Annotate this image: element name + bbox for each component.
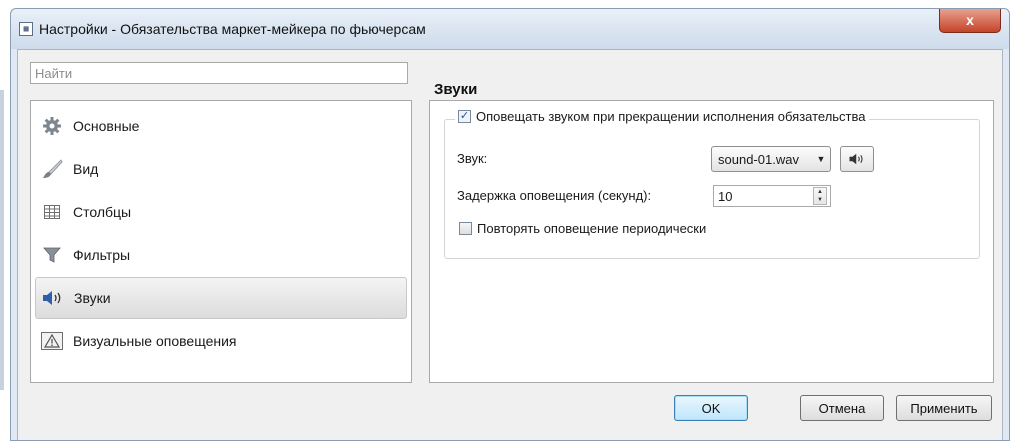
notify-sound-label: Оповещать звуком при прекращении исполне…	[476, 109, 866, 124]
play-sound-button[interactable]	[840, 146, 874, 172]
window-title: Настройки - Обязательства маркет-мейкера…	[39, 21, 426, 37]
dialog-client-area: Основные Вид	[17, 49, 1003, 440]
sidebar-item-label: Вид	[73, 161, 99, 177]
window-edge	[0, 90, 4, 390]
spin-up-icon[interactable]: ▲	[814, 188, 826, 196]
repeat-checkbox-row[interactable]: Повторять оповещение периодически	[459, 221, 706, 236]
sidebar-item-columns[interactable]: Столбцы	[35, 191, 407, 233]
spin-arrows[interactable]: ▲ ▼	[813, 187, 827, 205]
sidebar-item-label: Фильтры	[73, 247, 131, 263]
sidebar-item-filters[interactable]: Фильтры	[35, 234, 407, 276]
speaker-icon	[42, 287, 64, 309]
settings-category-list: Основные Вид Столбцы Фильтры Звуки Визуа…	[30, 100, 412, 383]
title-bar[interactable]: ▦ Настройки - Обязательства маркет-мейке…	[11, 9, 1009, 49]
sounds-settings-panel: ✓ Оповещать звуком при прекращении испол…	[429, 100, 994, 383]
search-input[interactable]	[31, 63, 407, 83]
speaker-icon	[849, 153, 863, 165]
chevron-down-icon: ▼	[816, 154, 826, 164]
notify-checkbox-row[interactable]: ✓ Оповещать звуком при прекращении испол…	[455, 109, 869, 124]
sidebar-item-general[interactable]: Основные	[35, 105, 407, 147]
close-button[interactable]: x	[939, 9, 1001, 33]
search-box[interactable]	[30, 62, 408, 84]
repeat-label: Повторять оповещение периодически	[477, 221, 707, 236]
sidebar-item-label: Столбцы	[73, 204, 132, 220]
repeat-checkbox[interactable]	[459, 222, 472, 235]
sidebar-item-view[interactable]: Вид	[35, 148, 407, 190]
sidebar-item-visual-alerts[interactable]: Визуальные оповещения	[35, 320, 407, 362]
apply-button[interactable]: Применить	[896, 395, 992, 421]
sidebar-item-label: Основные	[73, 118, 140, 134]
brush-icon	[41, 158, 63, 180]
section-title: Звуки	[434, 81, 478, 98]
gear-icon	[41, 115, 63, 137]
sidebar-item-label: Звуки	[74, 290, 111, 306]
app-icon: ▦	[19, 22, 33, 36]
ok-button[interactable]: OK	[674, 395, 748, 421]
sound-label: Звук:	[457, 151, 488, 166]
sidebar-item-label: Визуальные оповещения	[73, 333, 237, 349]
sound-select-value: sound-01.wav	[718, 151, 799, 167]
sound-notification-group: ✓ Оповещать звуком при прекращении испол…	[444, 109, 980, 259]
delay-spinbox[interactable]: 10 ▲ ▼	[713, 185, 831, 207]
funnel-icon	[41, 244, 63, 266]
delay-value: 10	[718, 188, 733, 204]
delay-label: Задержка оповещения (секунд):	[457, 188, 652, 203]
cancel-button[interactable]: Отмена	[800, 395, 884, 421]
settings-dialog: ▦ Настройки - Обязательства маркет-мейке…	[10, 8, 1010, 441]
table-icon	[41, 201, 63, 223]
spin-down-icon[interactable]: ▼	[814, 196, 826, 204]
notify-sound-checkbox[interactable]: ✓	[458, 110, 471, 123]
sidebar-item-sounds[interactable]: Звуки	[35, 277, 407, 319]
warning-icon	[41, 330, 63, 352]
sound-select[interactable]: sound-01.wav ▼	[711, 146, 831, 172]
